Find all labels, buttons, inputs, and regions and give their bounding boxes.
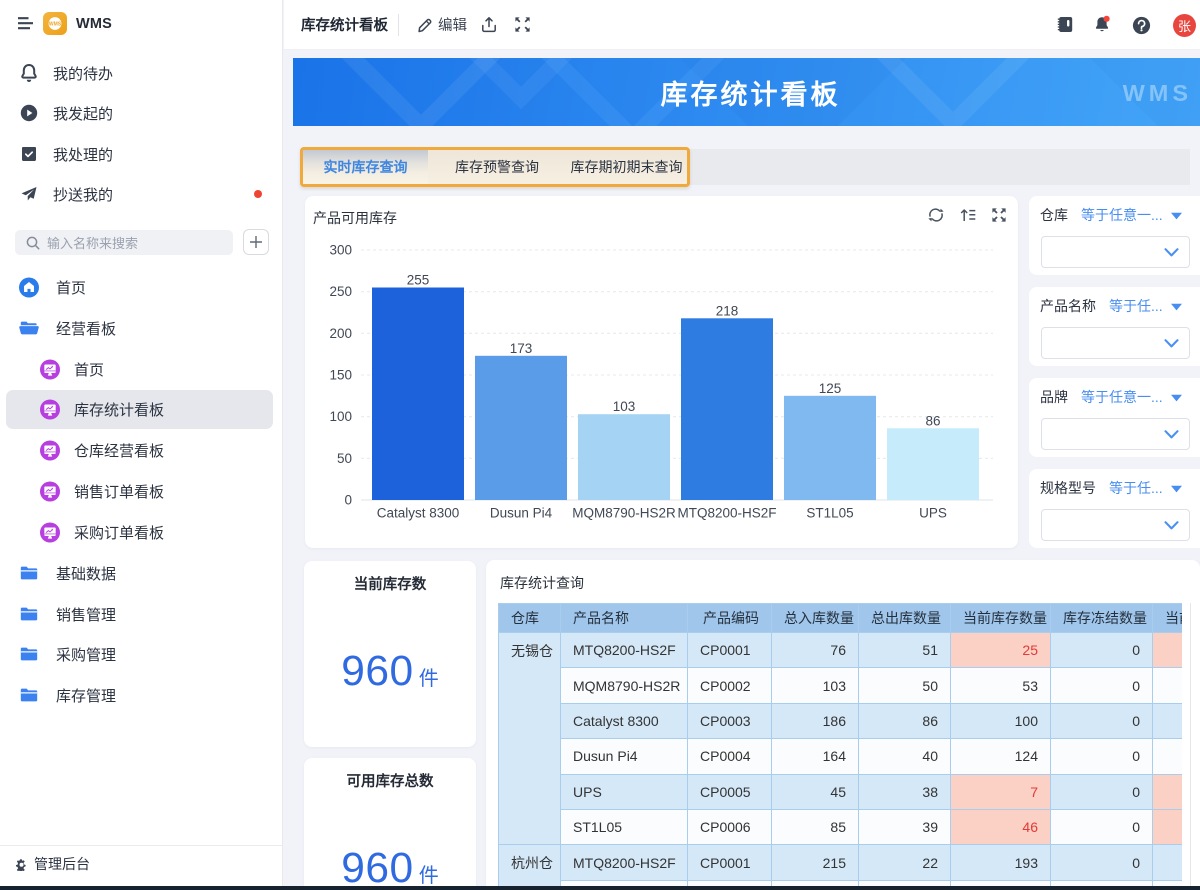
- svg-text:218: 218: [716, 303, 739, 318]
- svg-text:300: 300: [329, 243, 352, 258]
- svg-text:125: 125: [819, 381, 842, 396]
- svg-text:150: 150: [329, 368, 352, 383]
- svg-text:ST1L05: ST1L05: [806, 506, 853, 521]
- svg-text:200: 200: [329, 326, 352, 341]
- svg-text:WMS: WMS: [49, 22, 62, 28]
- svg-text:250: 250: [329, 284, 352, 299]
- svg-text:MTQ8200-HS2F: MTQ8200-HS2F: [677, 506, 776, 521]
- svg-text:86: 86: [925, 413, 940, 428]
- svg-text:0: 0: [344, 493, 352, 508]
- svg-text:UPS: UPS: [919, 506, 947, 521]
- svg-text:100: 100: [329, 409, 352, 424]
- svg-text:103: 103: [613, 399, 636, 414]
- svg-text:MQM8790-HS2R: MQM8790-HS2R: [572, 506, 676, 521]
- svg-text:50: 50: [337, 451, 352, 466]
- svg-text:255: 255: [407, 273, 430, 288]
- svg-text:Catalyst 8300: Catalyst 8300: [377, 506, 460, 521]
- svg-text:Dusun Pi4: Dusun Pi4: [490, 506, 553, 521]
- svg-text:173: 173: [510, 341, 533, 356]
